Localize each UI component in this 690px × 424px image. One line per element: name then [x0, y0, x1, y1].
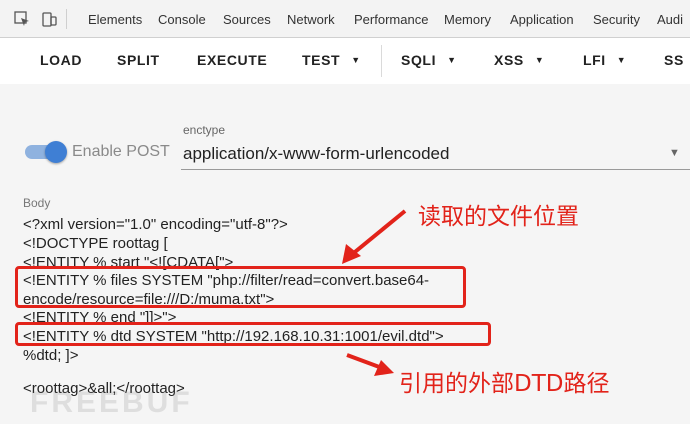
- annotation-file-location: 读取的文件位置: [418, 204, 579, 230]
- annotation-arrows: [342, 209, 407, 376]
- watermark-logo: FREEBUF: [30, 386, 193, 419]
- arrow-to-dtd-path: [346, 353, 394, 376]
- arrow-to-file-path: [342, 209, 407, 264]
- annotation-dtd-path: 引用的外部DTD路径: [399, 371, 610, 397]
